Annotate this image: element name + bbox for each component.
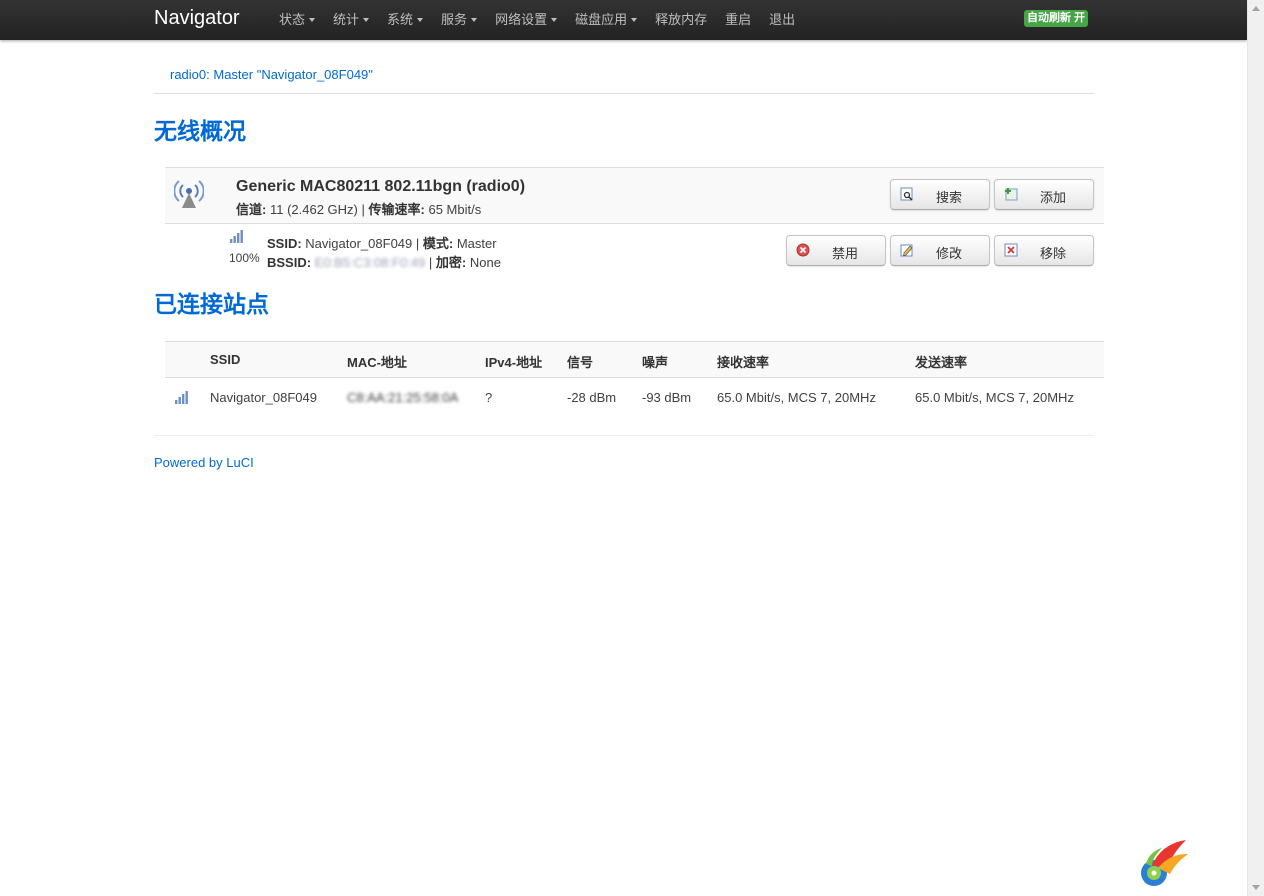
scan-button[interactable]: 搜索 [890,179,990,210]
menu-network[interactable]: 网络设置 [495,11,558,29]
caret-down-icon [471,18,478,22]
network-bssid-line: BSSID: E0:B5:C3:08:F0:49 | 加密: None [267,255,501,270]
scroll-up-arrow-icon[interactable] [1252,6,1260,11]
radio-device-row: Generic MAC80211 802.11bgn (radio0) 信道: … [165,167,1104,224]
connected-stations-heading: 已连接站点 [154,291,269,317]
footer-divider [154,435,1094,436]
network-row: 100% SSID: Navigator_08F049 | 模式: Master… [165,225,1104,270]
table-header: SSID MAC-地址 IPv4-地址 信号 噪声 接收速率 发送速率 [165,341,1104,378]
menu-free-memory[interactable]: 释放内存 [655,11,707,29]
cell-noise: -93 dBm [642,390,692,405]
device-info: 信道: 11 (2.462 GHz) | 传输速率: 65 Mbit/s [236,202,482,217]
autorefresh-toggle[interactable]: 自动刷新 开 [1024,10,1089,27]
caret-down-icon [417,18,424,22]
table-row: Navigator_08F049 C8:AA:21:25:58:0A ? -28… [165,378,1104,417]
col-mac: MAC-地址 [347,355,407,370]
signal-strength-icon [230,230,243,243]
top-navbar: Navigator 状态 统计 系统 服务 网络设置 磁盘应用 释放内存 重启 … [0,0,1247,40]
brand-logo-text[interactable]: Navigator [154,6,240,30]
remove-button[interactable]: 移除 [994,235,1094,266]
cell-ssid: Navigator_08F049 [210,390,317,405]
cell-signal: -28 dBm [567,390,617,405]
col-ipv4: IPv4-地址 [485,355,543,370]
menu-disk[interactable]: 磁盘应用 [575,11,638,29]
edit-button[interactable]: 修改 [890,235,990,266]
main-menu: 状态 统计 系统 服务 网络设置 磁盘应用 释放内存 重启 退出 [279,11,813,29]
col-noise: 噪声 [642,355,669,370]
cell-rx-rate: 65.0 Mbit/s, MCS 7, 20MHz [717,390,876,405]
col-signal: 信号 [567,355,594,370]
network-ssid-line: SSID: Navigator_08F049 | 模式: Master [267,236,497,251]
radio-tabs: radio0: Master "Navigator_08F049" [154,66,1094,94]
caret-down-icon [363,18,370,22]
app-logo-icon [1141,840,1188,886]
stations-table: SSID MAC-地址 IPv4-地址 信号 噪声 接收速率 发送速率 Navi… [165,341,1104,417]
wireless-radio-icon [174,180,204,208]
page-scrollbar[interactable] [1247,0,1264,896]
powered-by-link[interactable]: Powered by LuCI [154,455,254,470]
cell-tx-rate: 65.0 Mbit/s, MCS 7, 20MHz [915,390,1074,405]
caret-down-icon [551,18,558,22]
scroll-down-arrow-icon[interactable] [1252,885,1260,890]
signal-strength-icon [175,391,188,404]
menu-status[interactable]: 状态 [279,11,316,29]
caret-down-icon [631,18,638,22]
col-ssid: SSID [210,352,241,367]
caret-down-icon [309,18,316,22]
device-title: Generic MAC80211 802.11bgn (radio0) [236,178,526,195]
signal-percent: 100% [229,251,260,265]
disable-button[interactable]: 禁用 [786,235,886,266]
menu-reboot[interactable]: 重启 [725,11,751,29]
wireless-overview-heading: 无线概况 [154,118,246,144]
menu-services[interactable]: 服务 [441,11,478,29]
menu-statistics[interactable]: 统计 [333,11,370,29]
col-rx-rate: 接收速率 [717,355,770,370]
cell-ipv4: ? [485,390,493,405]
menu-system[interactable]: 系统 [387,11,424,29]
tab-radio0[interactable]: radio0: Master "Navigator_08F049" [170,67,373,82]
add-network-button[interactable]: 添加 [994,179,1094,210]
menu-logout[interactable]: 退出 [769,11,795,29]
cell-mac: C8:AA:21:25:58:0A [347,390,459,405]
col-tx-rate: 发送速率 [915,355,968,370]
